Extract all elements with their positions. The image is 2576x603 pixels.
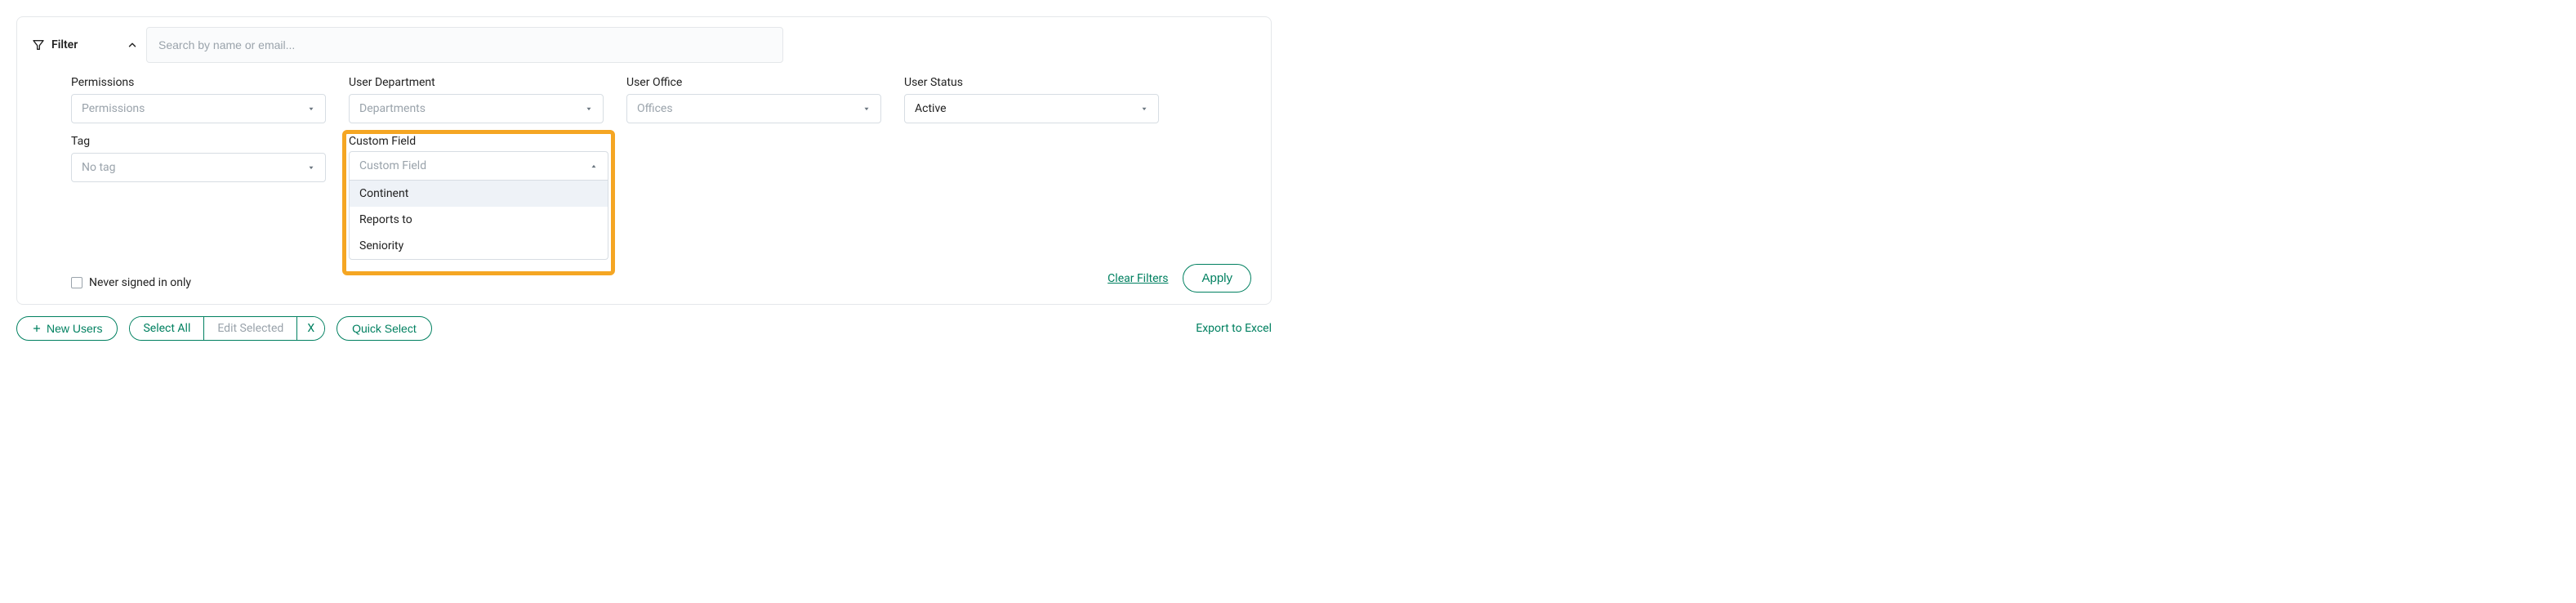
filter-permissions: Permissions Permissions <box>71 76 326 123</box>
caret-down-icon <box>862 105 871 113</box>
caret-down-icon <box>1140 105 1148 113</box>
department-label: User Department <box>349 76 604 89</box>
apply-button[interactable]: Apply <box>1183 264 1251 293</box>
filter-department: User Department Departments <box>349 76 604 123</box>
filters-row-1: Permissions Permissions User Department … <box>32 76 1256 123</box>
custom-field-select[interactable]: Custom Field <box>349 151 608 181</box>
caret-up-icon <box>590 162 598 170</box>
bottom-action-bar: New Users Select All Edit Selected X Qui… <box>16 316 1272 341</box>
filter-top-row: Filter <box>32 27 1256 63</box>
new-users-button[interactable]: New Users <box>16 316 118 341</box>
permissions-label: Permissions <box>71 76 326 89</box>
filter-actions: Clear Filters Apply <box>1108 264 1251 293</box>
filter-toggle-label: Filter <box>51 38 78 51</box>
caret-down-icon <box>307 105 315 113</box>
status-select[interactable]: Active <box>904 94 1159 123</box>
select-all-button[interactable]: Select All <box>130 317 203 340</box>
office-placeholder: Offices <box>637 102 673 115</box>
filter-panel: Filter Permissions Permissions <box>16 16 1272 305</box>
plus-icon <box>32 324 42 333</box>
never-signed-in-row[interactable]: Never signed in only <box>32 276 1256 289</box>
custom-field-option-seniority[interactable]: Seniority <box>350 233 608 259</box>
never-signed-in-label: Never signed in only <box>89 276 191 289</box>
caret-down-icon <box>307 163 315 172</box>
edit-selected-button: Edit Selected <box>203 317 296 340</box>
caret-down-icon <box>585 105 593 113</box>
custom-field-option-continent[interactable]: Continent <box>350 181 608 207</box>
filter-toggle[interactable]: Filter <box>32 34 138 56</box>
filter-custom-field: Custom Field Custom Field Continent Repo… <box>349 135 608 260</box>
custom-field-option-reports-to[interactable]: Reports to <box>350 207 608 233</box>
permissions-select[interactable]: Permissions <box>71 94 326 123</box>
status-label: User Status <box>904 76 1159 89</box>
custom-field-dropdown: Continent Reports to Seniority <box>349 181 608 260</box>
office-select[interactable]: Offices <box>626 94 881 123</box>
new-users-label: New Users <box>47 322 102 335</box>
department-placeholder: Departments <box>359 102 426 115</box>
search-input[interactable] <box>146 27 783 63</box>
custom-field-placeholder: Custom Field <box>359 159 426 172</box>
status-value: Active <box>915 102 947 115</box>
filter-status: User Status Active <box>904 76 1159 123</box>
chevron-up-icon <box>127 39 138 51</box>
checkbox-icon[interactable] <box>71 277 82 288</box>
clear-filters-link[interactable]: Clear Filters <box>1108 272 1168 285</box>
clear-selection-button[interactable]: X <box>296 317 324 340</box>
department-select[interactable]: Departments <box>349 94 604 123</box>
filters-row-2: Tag No tag Custom Field Custom Field <box>32 135 1256 260</box>
filter-office: User Office Offices <box>626 76 881 123</box>
custom-field-label: Custom Field <box>349 135 608 151</box>
quick-select-button[interactable]: Quick Select <box>336 316 432 341</box>
tag-select[interactable]: No tag <box>71 153 326 182</box>
filter-icon <box>32 38 45 51</box>
tag-placeholder: No tag <box>82 161 116 174</box>
tag-label: Tag <box>71 135 326 148</box>
office-label: User Office <box>626 76 881 89</box>
export-to-excel-link[interactable]: Export to Excel <box>1196 322 1272 335</box>
permissions-placeholder: Permissions <box>82 102 145 115</box>
filter-tag: Tag No tag <box>71 135 326 182</box>
select-edit-group: Select All Edit Selected X <box>129 316 325 341</box>
